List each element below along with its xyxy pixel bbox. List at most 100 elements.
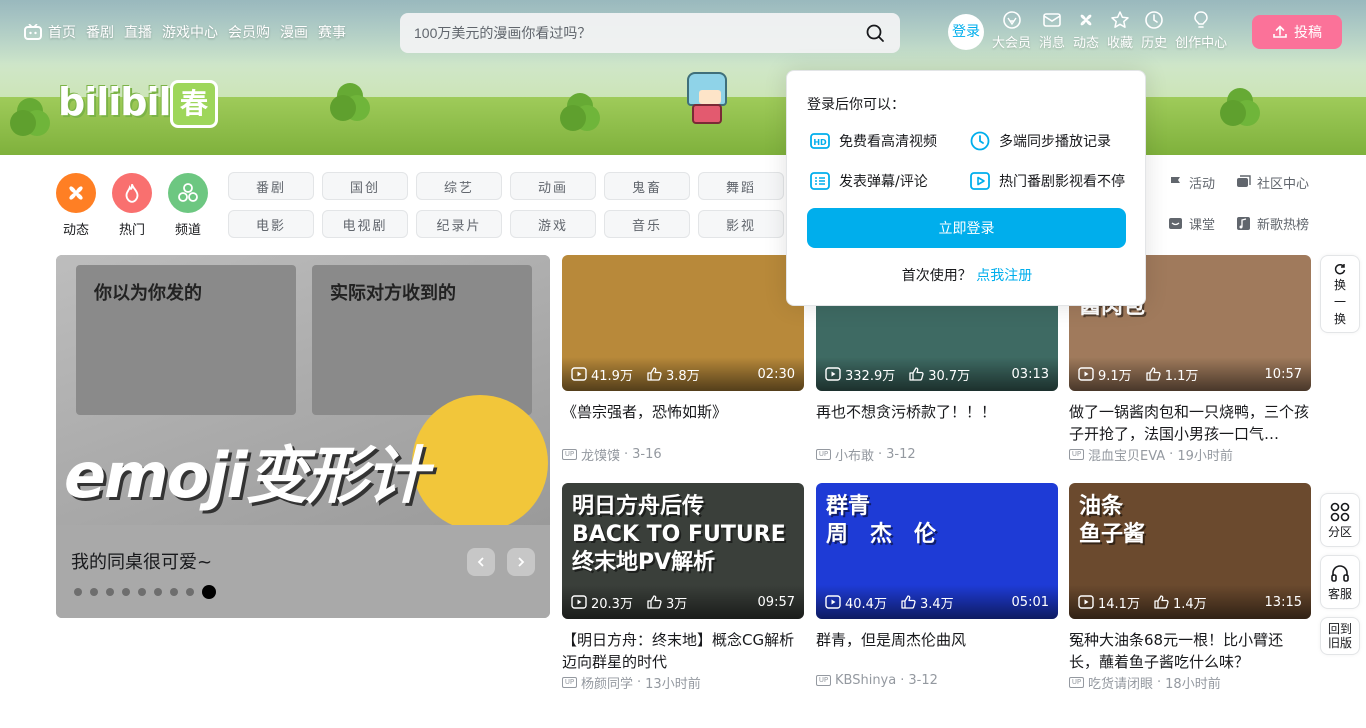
play-count-icon	[1078, 595, 1094, 609]
nav-esports[interactable]: 赛事	[318, 22, 346, 42]
video-author[interactable]: KBShinya	[835, 673, 896, 688]
nav-home[interactable]: 首页	[48, 22, 76, 42]
search-icon[interactable]	[864, 22, 886, 44]
video-title[interactable]: 群青，但是周杰伦曲风	[816, 629, 1058, 673]
video-thumbnail[interactable]: 油条 鱼子酱 14.1万 1.4万 13:15	[1069, 483, 1311, 619]
video-card[interactable]: 油条 鱼子酱 14.1万 1.4万 13:15 冤种大油条68元一根！比小臂还长，蘸着鱼子…	[1069, 483, 1311, 692]
old-version-button[interactable]: 回到 旧版	[1320, 617, 1360, 655]
message-button[interactable]: 消息	[1039, 10, 1065, 54]
carousel-next-button[interactable]	[507, 548, 535, 576]
chip-movie[interactable]: 电影	[228, 210, 314, 238]
video-title[interactable]: 《兽宗强者，恐怖如斯》	[562, 401, 804, 445]
link-classroom[interactable]: 课堂	[1168, 214, 1236, 233]
like-count: 30.7万	[928, 368, 971, 384]
video-author[interactable]: 小布敢	[835, 445, 874, 464]
vip-button[interactable]: 大会员	[992, 10, 1031, 54]
login-now-button[interactable]: 立即登录	[807, 208, 1126, 248]
carousel-dot[interactable]	[106, 588, 114, 596]
video-card[interactable]: 明日方舟后传 BACK TO FUTURE 终末地PV解析 20.3万 3万 09:57 【…	[562, 483, 804, 692]
chip-music[interactable]: 音乐	[604, 210, 690, 238]
carousel-dot[interactable]	[74, 588, 82, 596]
video-title[interactable]: 做了一锅酱肉包和一只烧鸭，三个孩子开抢了，法国小男孩一口气…	[1069, 401, 1311, 445]
login-avatar-button[interactable]: 登录	[948, 14, 984, 50]
nav-anime[interactable]: 番剧	[86, 22, 114, 42]
nav-manga[interactable]: 漫画	[280, 22, 308, 42]
chevron-right-icon	[518, 557, 525, 567]
video-card[interactable]: 41.9万 3.8万 02:30 《兽宗强者，恐怖如斯》 UP 龙馍馍 · 3-16	[562, 255, 804, 464]
banner-carousel[interactable]: 你以为你发的 实际对方收到的 emoji变形计 我的同桌很可爱~	[56, 255, 550, 618]
carousel-prev-button[interactable]	[467, 548, 495, 576]
like-icon	[647, 367, 662, 381]
favorite-button[interactable]: 收藏	[1107, 10, 1133, 54]
search-bar	[400, 13, 900, 53]
video-title[interactable]: 【明日方舟：终末地】概念CG解析 迈向群星的时代	[562, 629, 804, 673]
chip-kichiku[interactable]: 鬼畜	[604, 172, 690, 200]
carousel-dot[interactable]	[90, 588, 98, 596]
channel-channels[interactable]: 频道	[166, 173, 210, 238]
channel-dynamic-label: 动态	[62, 223, 89, 238]
video-author[interactable]: 吃货请闭眼	[1088, 673, 1153, 692]
channel-hot[interactable]: 热门	[110, 173, 154, 238]
dynamic-button[interactable]: 动态	[1073, 10, 1099, 54]
video-author[interactable]: 龙馍馍	[581, 445, 620, 464]
video-duration: 13:15	[1264, 594, 1302, 610]
classroom-icon	[1169, 218, 1182, 229]
video-thumbnail[interactable]: 41.9万 3.8万 02:30	[562, 255, 804, 391]
play-count-icon	[571, 595, 587, 609]
channel-dynamic[interactable]: 动态	[54, 173, 98, 238]
bilibili-logo[interactable]: bilibili 春	[58, 80, 218, 130]
chip-animation[interactable]: 动画	[510, 172, 596, 200]
video-author[interactable]: 混血宝贝EVA	[1088, 445, 1165, 464]
tv-icon	[24, 24, 42, 40]
popup-feature-danmaku-label: 发表弹幕/评论	[839, 174, 928, 190]
carousel-dots	[74, 585, 216, 599]
carousel-dot[interactable]	[122, 588, 130, 596]
link-new-songs[interactable]: 新歌热榜	[1236, 214, 1326, 233]
link-community[interactable]: 社区中心	[1236, 173, 1326, 192]
search-input[interactable]	[414, 25, 864, 41]
customer-service-button[interactable]: 客服	[1320, 555, 1360, 609]
chip-tv-series[interactable]: 电视剧	[322, 210, 408, 238]
carousel-dot[interactable]	[186, 588, 194, 596]
video-thumbnail[interactable]: 群青周 杰 伦 40.4万 3.4万 05:01	[816, 483, 1058, 619]
chip-anime[interactable]: 番剧	[228, 172, 314, 200]
message-label: 消息	[1039, 36, 1066, 51]
chip-game[interactable]: 游戏	[510, 210, 596, 238]
creator-center-button[interactable]: 创作中心	[1175, 10, 1227, 54]
video-title[interactable]: 冤种大油条68元一根！比小臂还长，蘸着鱼子酱吃什么味？	[1069, 629, 1311, 673]
overlay-line: BACK TO FUTURE	[572, 522, 786, 547]
video-meta: UP 吃货请闭眼 · 18小时前	[1069, 673, 1311, 692]
carousel-dot[interactable]	[202, 585, 216, 599]
nav-live[interactable]: 直播	[124, 22, 152, 42]
chip-dance[interactable]: 舞蹈	[698, 172, 784, 200]
flame-icon	[125, 183, 139, 203]
thumbnail-overlay-text: 群青周 杰 伦	[826, 493, 1048, 549]
chip-film-tv[interactable]: 影视	[698, 210, 784, 238]
history-button[interactable]: 历史	[1141, 10, 1167, 54]
nav-game-center[interactable]: 游戏中心	[162, 22, 218, 42]
carousel-caption[interactable]: 我的同桌很可爱~	[71, 548, 212, 574]
chip-documentary[interactable]: 纪录片	[416, 210, 502, 238]
headset-icon	[1331, 564, 1349, 582]
zone-button[interactable]: 分区	[1320, 493, 1360, 547]
link-activity[interactable]: 活动	[1168, 173, 1236, 192]
upload-button[interactable]: 投稿	[1252, 15, 1342, 49]
chip-guochuang[interactable]: 国创	[322, 172, 408, 200]
nav-mall[interactable]: 会员购	[228, 22, 270, 42]
video-title[interactable]: 再也不想贪污桥款了！！！	[816, 401, 1058, 445]
popup-feature-sync-label: 多端同步播放记录	[999, 134, 1111, 150]
carousel-dot[interactable]	[138, 588, 146, 596]
video-author[interactable]: 杨颜同学	[581, 673, 633, 692]
chip-variety[interactable]: 综艺	[416, 172, 502, 200]
video-date: 3-12	[886, 447, 916, 462]
carousel-dot[interactable]	[154, 588, 162, 596]
view-count: 332.9万	[845, 368, 896, 384]
video-card[interactable]: 群青周 杰 伦 40.4万 3.4万 05:01 群青，但是周杰伦曲风 UP KBShiny…	[816, 483, 1058, 688]
carousel-dot[interactable]	[170, 588, 178, 596]
link-new-songs-label: 新歌热榜	[1257, 218, 1310, 233]
refresh-feed-button[interactable]: 换 一 换	[1320, 255, 1360, 333]
video-thumbnail[interactable]: 明日方舟后传 BACK TO FUTURE 终末地PV解析 20.3万 3万 09:57	[562, 483, 804, 619]
register-link[interactable]: 点我注册	[976, 268, 1032, 284]
carousel-image: 你以为你发的 实际对方收到的 emoji变形计	[56, 255, 550, 531]
logo-text: bilibili	[58, 80, 184, 124]
